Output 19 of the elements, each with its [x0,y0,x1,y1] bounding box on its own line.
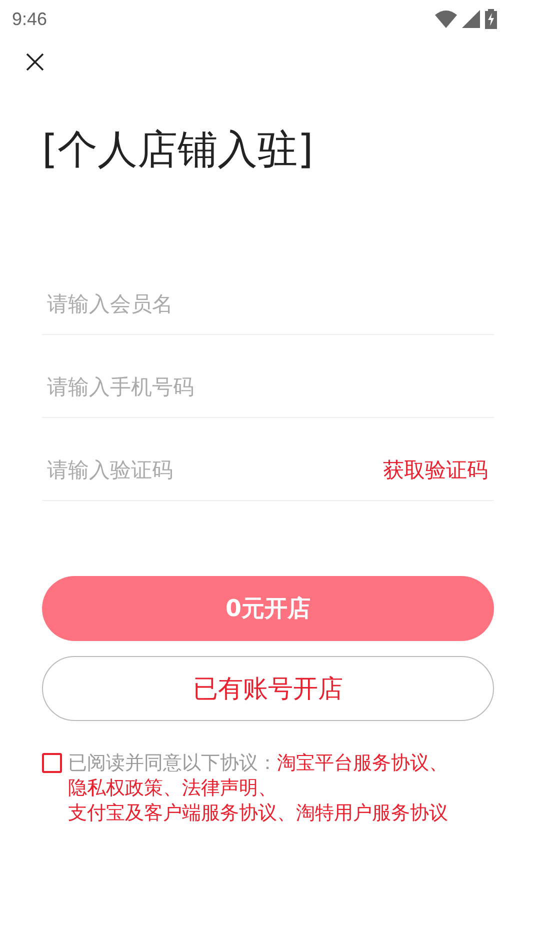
open-store-button[interactable]: 0元开店 [42,576,494,641]
agreement-link[interactable]: 淘宝平台服务协议 [277,752,429,774]
status-time: 9:46 [12,8,48,30]
agreement-checkbox[interactable] [42,753,62,773]
battery-icon [485,9,497,29]
wifi-icon [435,10,457,28]
agreement-text: 已阅读并同意以下协议：淘宝平台服务协议、 隐私权政策、法律声明、 支付宝及客户端服务协议、淘特用户服务协议 [68,751,449,826]
agreement-link[interactable]: 淘特用户服务协议 [296,802,448,824]
close-icon[interactable] [25,52,45,72]
existing-account-button[interactable]: 已有账号开店 [42,656,494,721]
agreement-link[interactable]: 法律声明 [182,777,258,799]
input-field[interactable]: 请输入会员名 [42,284,494,324]
get-code-button[interactable]: 获取验证码 [377,456,494,484]
agreement-link[interactable]: 隐私权政策 [68,777,163,799]
page-title: [个人店铺入驻] [42,126,314,175]
signal-icon [462,10,480,28]
agreement-link[interactable]: 支付宝及客户端服务协议 [68,802,277,824]
input-field[interactable]: 请输入手机号码 [42,367,494,407]
input-field[interactable]: 请输入验证码 [42,450,377,490]
